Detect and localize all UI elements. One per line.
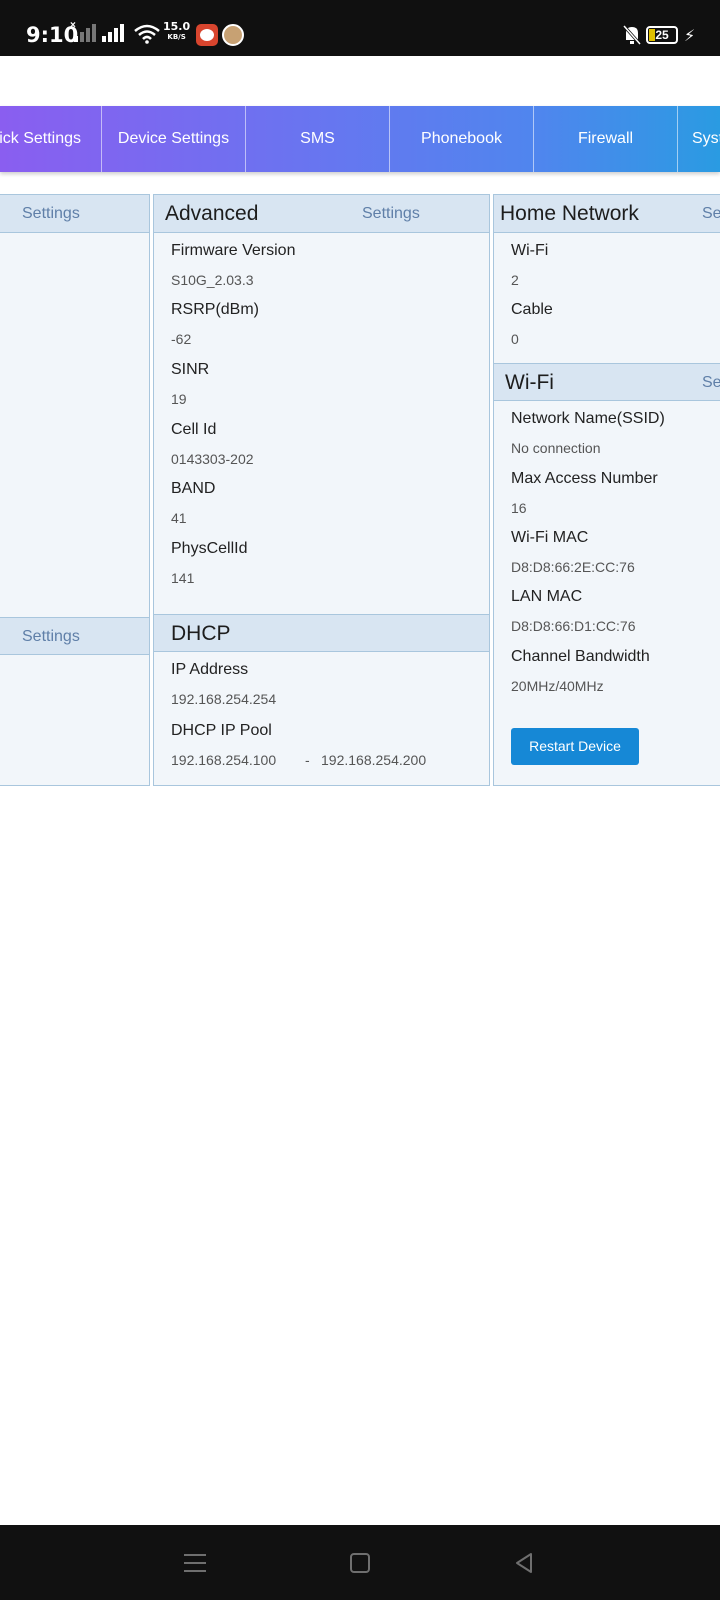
dhcp-title: DHCP — [171, 622, 231, 645]
tab-quick-settings[interactable]: Quick Settings — [0, 106, 102, 172]
left-panel: Settings Settings — [0, 194, 150, 786]
mute-bell-icon — [622, 25, 642, 45]
cell-id-value: 0143303-202 — [171, 451, 254, 467]
right-panel: Home Network Settings Wi-Fi 2 Cable 0 Wi… — [493, 194, 720, 786]
wifi-mac-label: Wi-Fi MAC — [511, 529, 589, 546]
rsrp-label: RSRP(dBm) — [171, 301, 260, 318]
settings-link[interactable]: Settings — [22, 205, 80, 223]
tab-phonebook[interactable]: Phonebook — [390, 106, 534, 172]
advanced-header: Advanced Settings — [154, 195, 489, 233]
physcellid-label: PhysCellId — [171, 540, 248, 557]
rsrp-value: -62 — [171, 331, 192, 347]
physcellid-value: 141 — [171, 570, 195, 586]
sinr-label: SINR — [171, 361, 210, 378]
menu-icon[interactable] — [184, 1554, 206, 1572]
left-panel-header-2: Settings — [0, 617, 149, 655]
lan-mac-value: D8:D8:66:D1:CC:76 — [511, 618, 636, 634]
dhcp-pool-end: 192.168.254.200 — [321, 752, 427, 768]
tab-system[interactable]: System — [678, 106, 720, 172]
app-notification-icon — [196, 24, 218, 46]
restart-device-button[interactable]: Restart Device — [511, 728, 639, 765]
dhcp-header: DHCP — [154, 614, 489, 652]
status-bar: 9:10 × 15.0 KB/S 25 ⚡ — [0, 0, 720, 56]
home-network-title: Home Network — [500, 202, 639, 225]
home-network-header: Home Network Settings — [494, 195, 720, 233]
tab-device-settings[interactable]: Device Settings — [102, 106, 246, 172]
wifi-title: Wi-Fi — [505, 371, 554, 394]
dhcp-pool-separator: - — [305, 752, 310, 768]
cable-count-value: 0 — [511, 331, 519, 347]
tab-sms[interactable]: SMS — [246, 106, 390, 172]
wifi-mac-value: D8:D8:66:2E:CC:76 — [511, 559, 635, 575]
wifi-count-value: 2 — [511, 272, 519, 288]
battery-level: 25 — [655, 28, 669, 42]
advanced-panel: Advanced Settings Firmware Version S10G_… — [153, 194, 490, 786]
band-value: 41 — [171, 510, 187, 526]
signal-off-icon — [74, 24, 96, 42]
home-square-icon[interactable] — [350, 1553, 370, 1573]
back-triangle-icon[interactable] — [512, 1551, 536, 1575]
wifi-icon — [134, 24, 160, 44]
max-access-value: 16 — [511, 500, 527, 516]
ip-address-value: 192.168.254.254 — [171, 691, 277, 707]
wifi-header: Wi-Fi Settings — [494, 363, 720, 401]
dhcp-pool-start: 192.168.254.100 — [171, 752, 277, 768]
lan-mac-label: LAN MAC — [511, 588, 583, 605]
wifi-settings-link[interactable]: Settings — [702, 374, 720, 392]
firmware-value: S10G_2.03.3 — [171, 272, 254, 288]
screen: 9:10 × 15.0 KB/S 25 ⚡ Quick Sett — [0, 0, 720, 1600]
advanced-title: Advanced — [165, 202, 259, 225]
system-nav-bar — [0, 1525, 720, 1600]
main-nav: Quick Settings Device Settings SMS Phone… — [0, 106, 720, 172]
battery-icon: 25 — [646, 26, 678, 44]
settings-link[interactable]: Settings — [22, 628, 80, 646]
ssid-value: No connection — [511, 440, 601, 456]
channel-bandwidth-label: Channel Bandwidth — [511, 648, 650, 665]
left-panel-header: Settings — [0, 195, 149, 233]
channel-bandwidth-value: 20MHz/40MHz — [511, 678, 604, 694]
ip-address-label: IP Address — [171, 661, 249, 678]
band-label: BAND — [171, 480, 216, 497]
ssid-label: Network Name(SSID) — [511, 410, 665, 427]
tab-firewall[interactable]: Firewall — [534, 106, 678, 172]
app-notification-icon — [222, 24, 244, 46]
wifi-count-label: Wi-Fi — [511, 242, 549, 259]
firmware-label: Firmware Version — [171, 242, 296, 259]
network-speed: 15.0 KB/S — [163, 21, 190, 42]
speed-unit: KB/S — [167, 33, 186, 41]
max-access-label: Max Access Number — [511, 470, 658, 487]
home-network-settings-link[interactable]: Settings — [702, 205, 720, 223]
dhcp-pool-label: DHCP IP Pool — [171, 722, 272, 739]
cell-id-label: Cell Id — [171, 421, 217, 438]
advanced-settings-link[interactable]: Settings — [362, 205, 420, 223]
sinr-value: 19 — [171, 391, 187, 407]
cable-count-label: Cable — [511, 301, 553, 318]
signal-icon — [102, 24, 124, 42]
charging-bolt-icon: ⚡ — [684, 28, 696, 45]
